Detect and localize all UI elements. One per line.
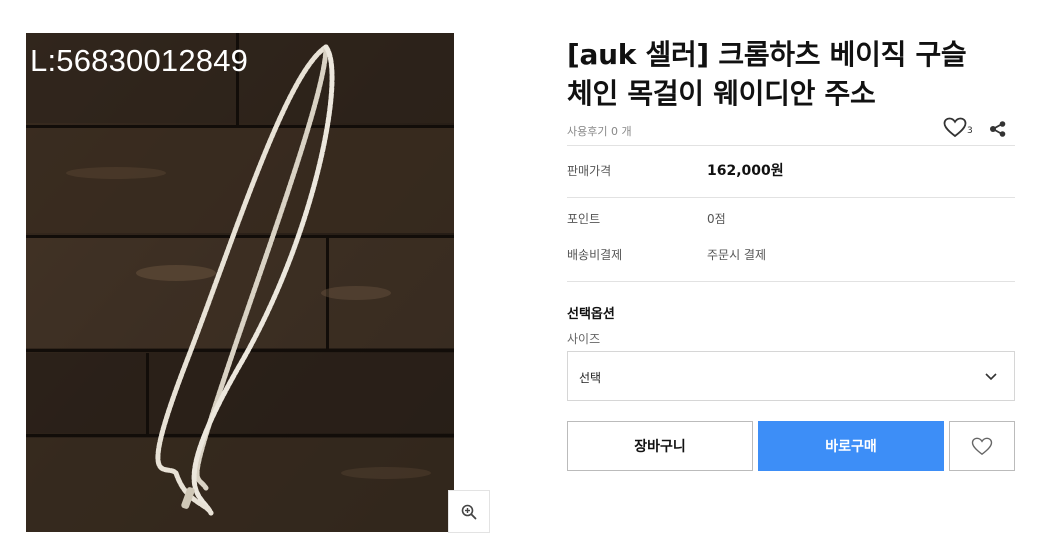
price-row: 판매가격 162,000원 (567, 146, 1015, 197)
price-value: 162,000원 (707, 163, 784, 179)
options-title: 선택옵션 (567, 307, 615, 322)
action-buttons: 장바구니 바로구매 (567, 421, 1015, 471)
like-button[interactable]: 3 (943, 117, 973, 138)
share-button[interactable] (989, 121, 1007, 141)
product-code-label: L:56830012849 (30, 43, 249, 78)
shipping-value: 주문시 결제 (707, 248, 767, 262)
size-select[interactable]: 선택 (567, 351, 1015, 401)
zoom-button[interactable] (448, 490, 490, 533)
product-title-line2: 체인 목걸이 웨이디안 주소 (567, 77, 876, 110)
share-icon (990, 121, 1006, 137)
zoom-in-icon (461, 504, 477, 519)
wishlist-button[interactable] (949, 421, 1015, 471)
review-row: 사용후기 0 개 3 (567, 115, 1015, 145)
like-count: 3 (967, 126, 973, 136)
size-select-value: 선택 (579, 371, 602, 385)
meta-block: 포인트 0점 배송비결제 주문시 결제 (567, 198, 1015, 281)
points-label: 포인트 (567, 212, 601, 226)
product-title-line1: [auk 셀러] 크롬하츠 베이직 구슬 (567, 38, 967, 71)
review-count[interactable]: 사용후기 0 개 (567, 123, 632, 139)
product-title: [auk 셀러] 크롬하츠 베이직 구슬 체인 목걸이 웨이디안 주소 (567, 35, 1015, 113)
chevron-down-icon (985, 373, 997, 381)
options-section: 선택옵션 사이즈 선택 장바구니 바로구매 (567, 282, 1015, 472)
size-label: 사이즈 (567, 332, 601, 346)
add-to-cart-button[interactable]: 장바구니 (567, 421, 753, 471)
heart-icon (943, 117, 967, 138)
heart-icon (971, 437, 993, 455)
product-image[interactable]: L:56830012849 (26, 33, 454, 532)
product-info-panel: [auk 셀러] 크롬하츠 베이직 구슬 체인 목걸이 웨이디안 주소 사용후기… (567, 35, 1015, 472)
necklace-photo (26, 33, 454, 532)
buy-now-button[interactable]: 바로구매 (758, 421, 944, 471)
points-value: 0점 (707, 212, 726, 226)
shipping-label: 배송비결제 (567, 248, 623, 262)
price-label: 판매가격 (567, 164, 612, 178)
